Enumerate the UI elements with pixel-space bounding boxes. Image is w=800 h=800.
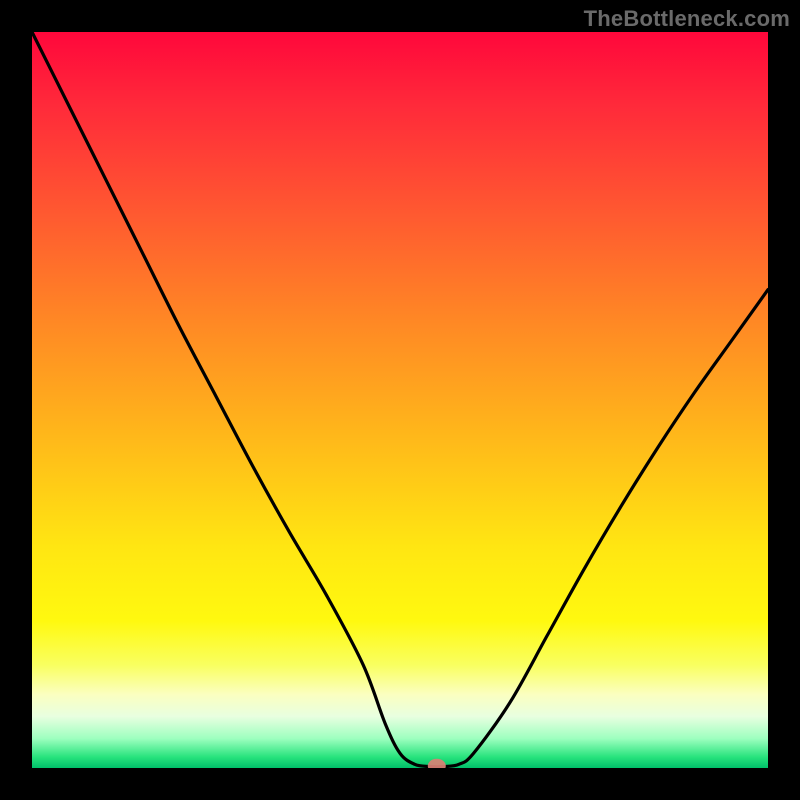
- chart-frame: TheBottleneck.com: [0, 0, 800, 800]
- bottleneck-chart: [32, 32, 768, 768]
- plot-area: [32, 32, 768, 768]
- watermark-text: TheBottleneck.com: [584, 6, 790, 32]
- gradient-background: [32, 32, 768, 768]
